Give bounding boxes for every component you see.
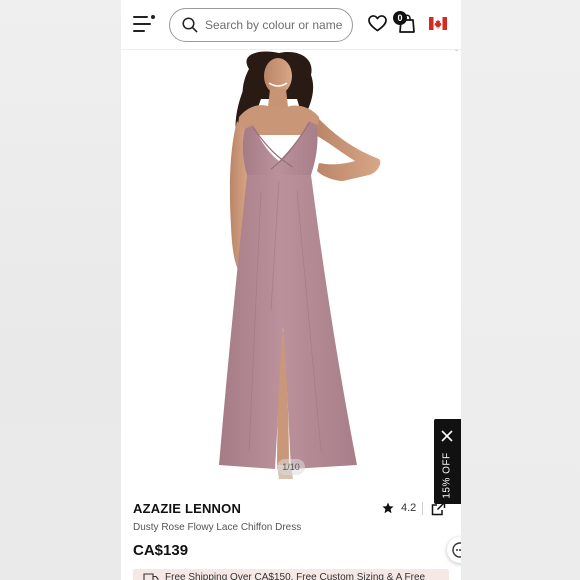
canada-flag-icon[interactable] — [429, 17, 447, 30]
cart-button[interactable]: 0 — [393, 11, 417, 33]
chat-bubble-icon — [452, 542, 461, 558]
product-name: Dusty Rose Flowy Lace Chiffon Dress — [133, 522, 302, 533]
cart-count-badge: 0 — [393, 11, 407, 25]
shipping-banner[interactable]: Free Shipping Over CA$150, Free Custom S… — [133, 569, 449, 580]
search-bar[interactable] — [169, 8, 353, 42]
heart-icon[interactable] — [368, 15, 387, 32]
promo-label[interactable]: 15% OFF — [434, 449, 461, 501]
rating-divider — [422, 502, 423, 515]
delivery-truck-icon — [143, 573, 159, 580]
background-right — [461, 0, 580, 580]
image-counter: 1/10 — [277, 459, 305, 475]
star-icon — [382, 502, 394, 514]
close-icon[interactable] — [440, 429, 454, 443]
product-brand: AZAZIE LENNON — [133, 501, 242, 516]
product-image-gallery[interactable]: 1/10 — [121, 51, 461, 483]
chat-button[interactable] — [447, 537, 461, 563]
top-header: 0 — [121, 0, 461, 50]
product-photo — [219, 51, 381, 479]
product-rating[interactable]: 4.2 — [382, 502, 416, 514]
search-input[interactable] — [205, 18, 345, 32]
background-left — [0, 0, 121, 580]
phone-screen: 0 — [121, 0, 461, 580]
share-icon[interactable] — [431, 501, 446, 516]
product-price: CA$139 — [133, 542, 189, 559]
menu-icon[interactable] — [133, 14, 155, 34]
rating-value: 4.2 — [401, 502, 417, 514]
discount-promo-tab[interactable]: 15% OFF — [434, 419, 461, 504]
shipping-banner-text: Free Shipping Over CA$150, Free Custom S… — [165, 572, 426, 580]
search-icon — [182, 17, 198, 33]
